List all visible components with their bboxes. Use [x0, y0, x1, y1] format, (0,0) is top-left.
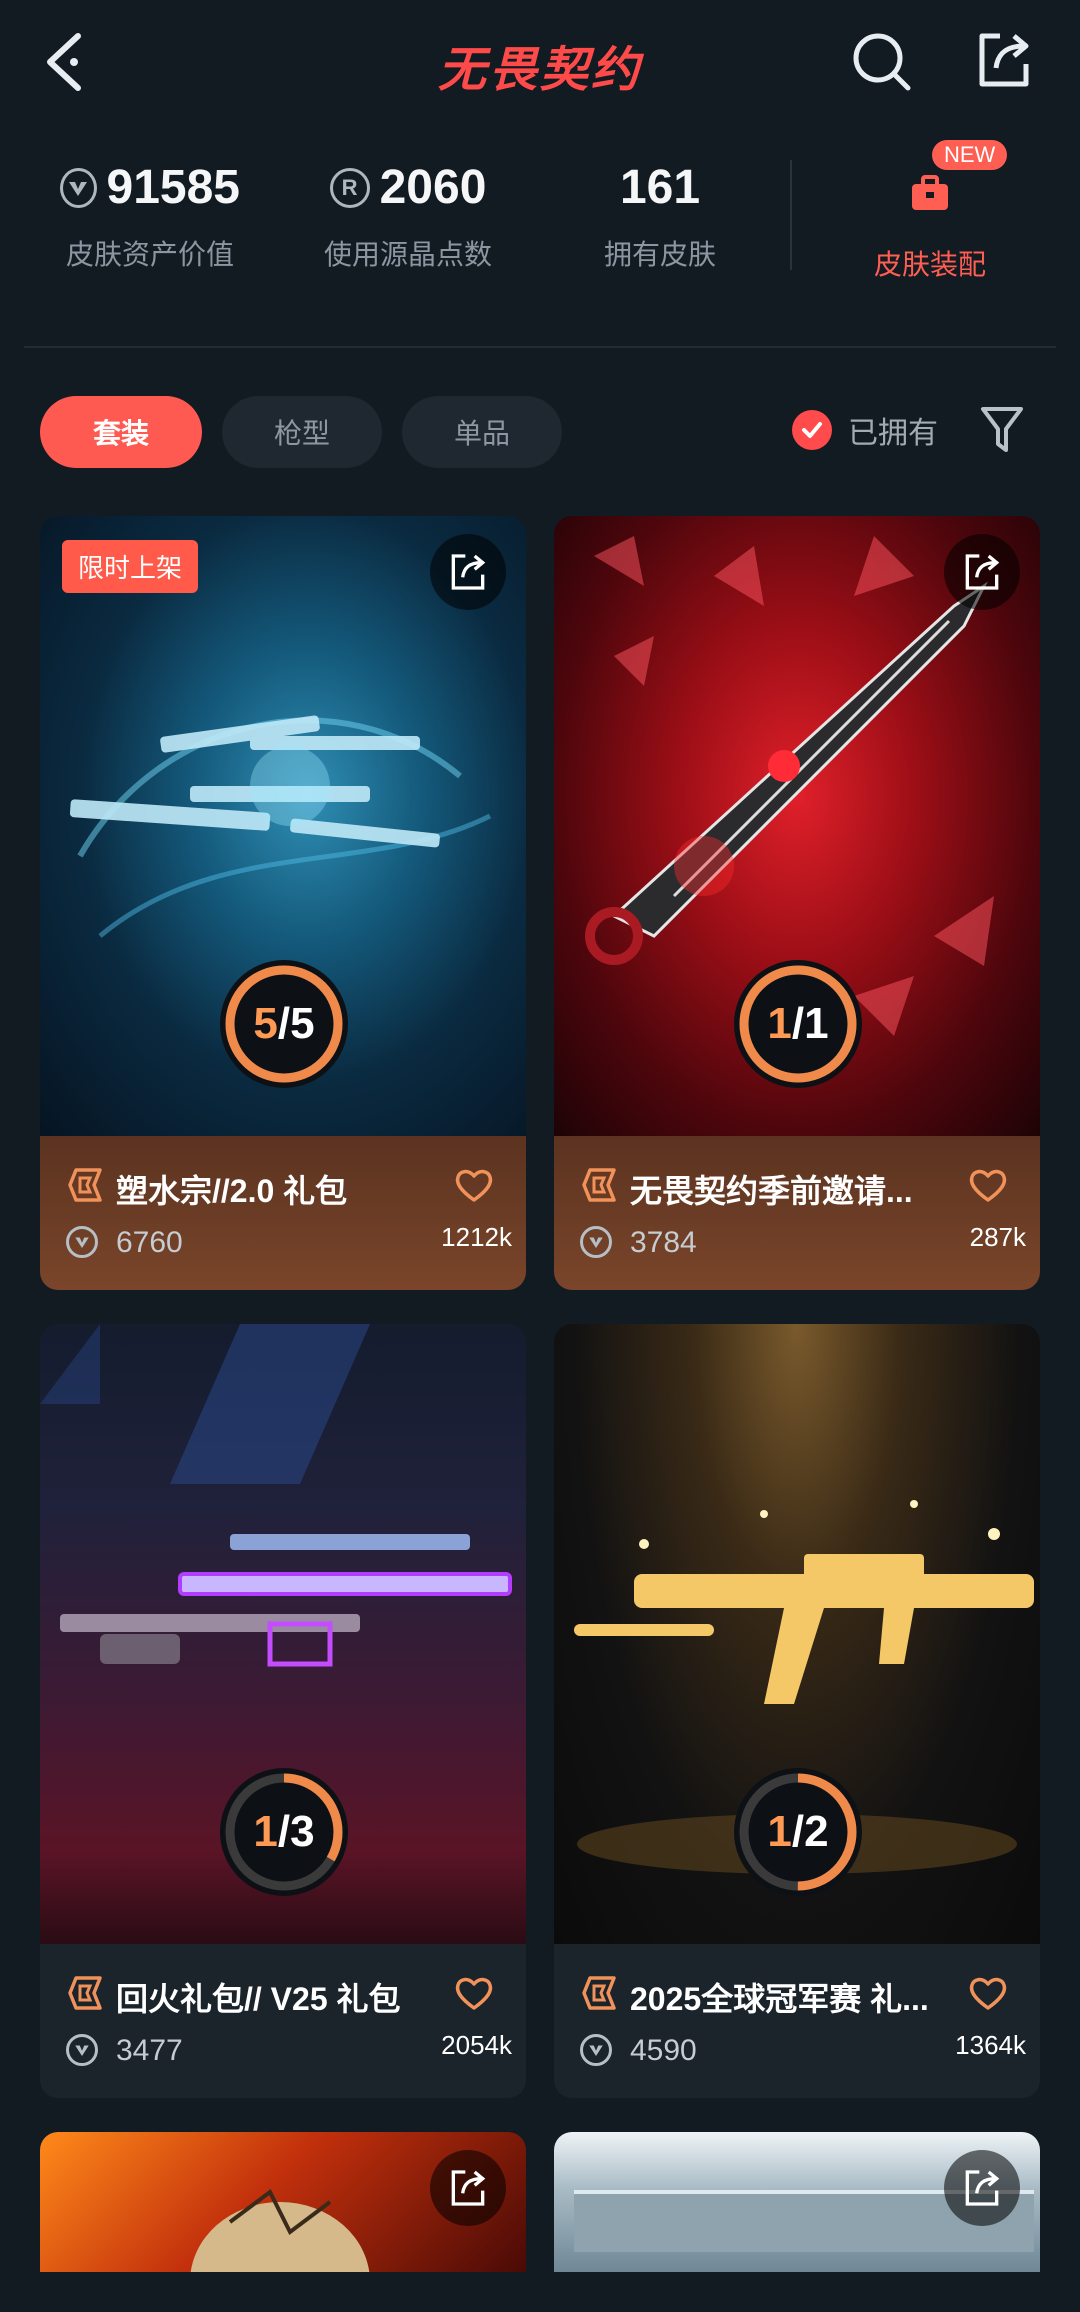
card-share-button[interactable]: [944, 2150, 1020, 2226]
total-count: 5: [290, 999, 315, 1048]
card-share-button[interactable]: [430, 2150, 506, 2226]
bundle-card[interactable]: 限时上架 5/5 塑水宗//2.0 礼包 6760 1212k: [40, 516, 526, 1290]
stat-owned-skins-number: 161: [619, 161, 701, 214]
briefcase-icon: [912, 175, 948, 210]
card-info: 2025全球冠军赛 礼... 4590 1364k: [554, 1944, 1040, 2098]
tab-weapon-type[interactable]: 枪型: [222, 396, 382, 468]
tier-badge-icon: [582, 1168, 616, 1202]
owned-count: 1: [767, 999, 792, 1048]
share-icon: [451, 2170, 486, 2206]
share-icon: [965, 2170, 1000, 2206]
heart-icon[interactable]: [968, 1166, 1008, 1204]
bundle-artwork: 1/1: [554, 516, 1040, 1136]
new-badge: NEW: [932, 140, 1008, 170]
asset-stats: 91585 皮肤资产价值 R 2060 使用源晶点数 161 拥有皮肤 NEW …: [0, 140, 1080, 340]
bundle-card[interactable]: 1/1 无畏契约季前邀请... 3784 287k: [554, 516, 1040, 1290]
bundle-name: 2025全球冠军赛 礼...: [630, 1981, 929, 2017]
stat-asset-value: 91585 皮肤资产价值: [60, 160, 240, 273]
owned-count: 5: [253, 999, 278, 1048]
owned-count: 1: [767, 1807, 792, 1856]
card-share-button[interactable]: [430, 534, 506, 610]
skin-loadout-button[interactable]: NEW 皮肤装配: [850, 140, 1010, 283]
vp-coin-icon: [66, 2034, 98, 2066]
checkmark-icon: [792, 410, 832, 450]
heart-icon[interactable]: [454, 1974, 494, 2012]
collection-progress-ring: 5/5: [214, 954, 354, 1094]
vp-coin-icon: [580, 1226, 612, 1258]
stat-owned-skins: 161 拥有皮肤: [580, 160, 740, 273]
search-icon[interactable]: [850, 30, 912, 92]
total-count: 1: [804, 999, 829, 1048]
tier-badge-icon: [68, 1976, 102, 2010]
bundle-price: 3477: [116, 2034, 183, 2067]
like-count: 287k: [969, 1222, 1026, 1252]
heart-icon[interactable]: [968, 1974, 1008, 2012]
bundle-price: 4590: [630, 2034, 697, 2067]
share-icon: [965, 554, 1000, 590]
stat-asset-value-label: 皮肤资产价值: [65, 239, 234, 270]
share-icon[interactable]: [974, 30, 1034, 90]
card-info: 塑水宗//2.0 礼包 6760 1212k: [40, 1136, 526, 1290]
collection-progress-ring: 1/2: [728, 1762, 868, 1902]
tab-bundles[interactable]: 套装: [40, 396, 202, 468]
tab-single-items[interactable]: 单品: [402, 396, 562, 468]
card-info: 无畏契约季前邀请... 3784 287k: [554, 1136, 1040, 1290]
vp-coin-icon: [60, 167, 97, 208]
bundle-artwork: 限时上架 5/5: [40, 516, 526, 1136]
like-count: 1212k: [441, 1222, 512, 1252]
vp-coin-icon: [66, 1226, 98, 1258]
card-info: 回火礼包// V25 礼包 3477 2054k: [40, 1944, 526, 2098]
stats-divider: [790, 160, 792, 270]
like-count: 2054k: [441, 2030, 512, 2060]
vp-coin-icon: [580, 2034, 612, 2066]
like-count: 1364k: [955, 2030, 1026, 2060]
owned-toggle[interactable]: 已拥有: [792, 408, 938, 452]
tier-badge-icon: [582, 1976, 616, 2010]
bundle-price: 6760: [116, 1226, 183, 1259]
collection-progress-ring: 1/3: [214, 1762, 354, 1902]
total-count: 3: [290, 1807, 315, 1856]
bundle-name: 回火礼包// V25 礼包: [116, 1981, 401, 2017]
total-count: 2: [804, 1807, 829, 1856]
share-icon: [451, 554, 486, 590]
section-divider: [24, 346, 1056, 348]
skin-loadout-label: 皮肤装配: [873, 249, 986, 280]
owned-count: 1: [253, 1807, 278, 1856]
radianite-icon: R: [329, 167, 370, 208]
stat-radianite: R 2060 使用源晶点数: [318, 160, 498, 273]
stat-radianite-number: 2060: [379, 161, 487, 214]
heart-icon[interactable]: [454, 1166, 494, 1204]
bundle-price: 3784: [630, 1226, 697, 1259]
stat-radianite-label: 使用源晶点数: [323, 239, 492, 270]
bundle-artwork: 1/2: [554, 1324, 1040, 1944]
bundle-name: 无畏契约季前邀请...: [630, 1173, 913, 1209]
stat-asset-value-number: 91585: [106, 161, 240, 214]
bundle-name: 塑水宗//2.0 礼包: [116, 1173, 348, 1209]
top-bar: 无畏契约: [0, 0, 1080, 130]
page-title: 无畏契约: [437, 44, 642, 97]
limited-release-badge: 限时上架: [62, 540, 199, 593]
category-filters: 套装 枪型 单品 已拥有: [0, 396, 1080, 468]
bundle-card-partial[interactable]: [554, 2132, 1040, 2272]
card-share-button[interactable]: [944, 534, 1020, 610]
stat-owned-skins-label: 拥有皮肤: [603, 239, 716, 270]
bundle-card[interactable]: 1/3 回火礼包// V25 礼包 3477 2054k: [40, 1324, 526, 2098]
tier-badge-icon: [68, 1168, 102, 1202]
bundle-card[interactable]: 1/2 2025全球冠军赛 礼... 4590 1364k: [554, 1324, 1040, 2098]
bundle-card-partial[interactable]: [40, 2132, 526, 2272]
filter-funnel-icon[interactable]: [980, 404, 1024, 456]
owned-toggle-label: 已拥有: [848, 417, 938, 450]
collection-progress-ring: 1/1: [728, 954, 868, 1094]
bundle-artwork: 1/3: [40, 1324, 526, 1944]
